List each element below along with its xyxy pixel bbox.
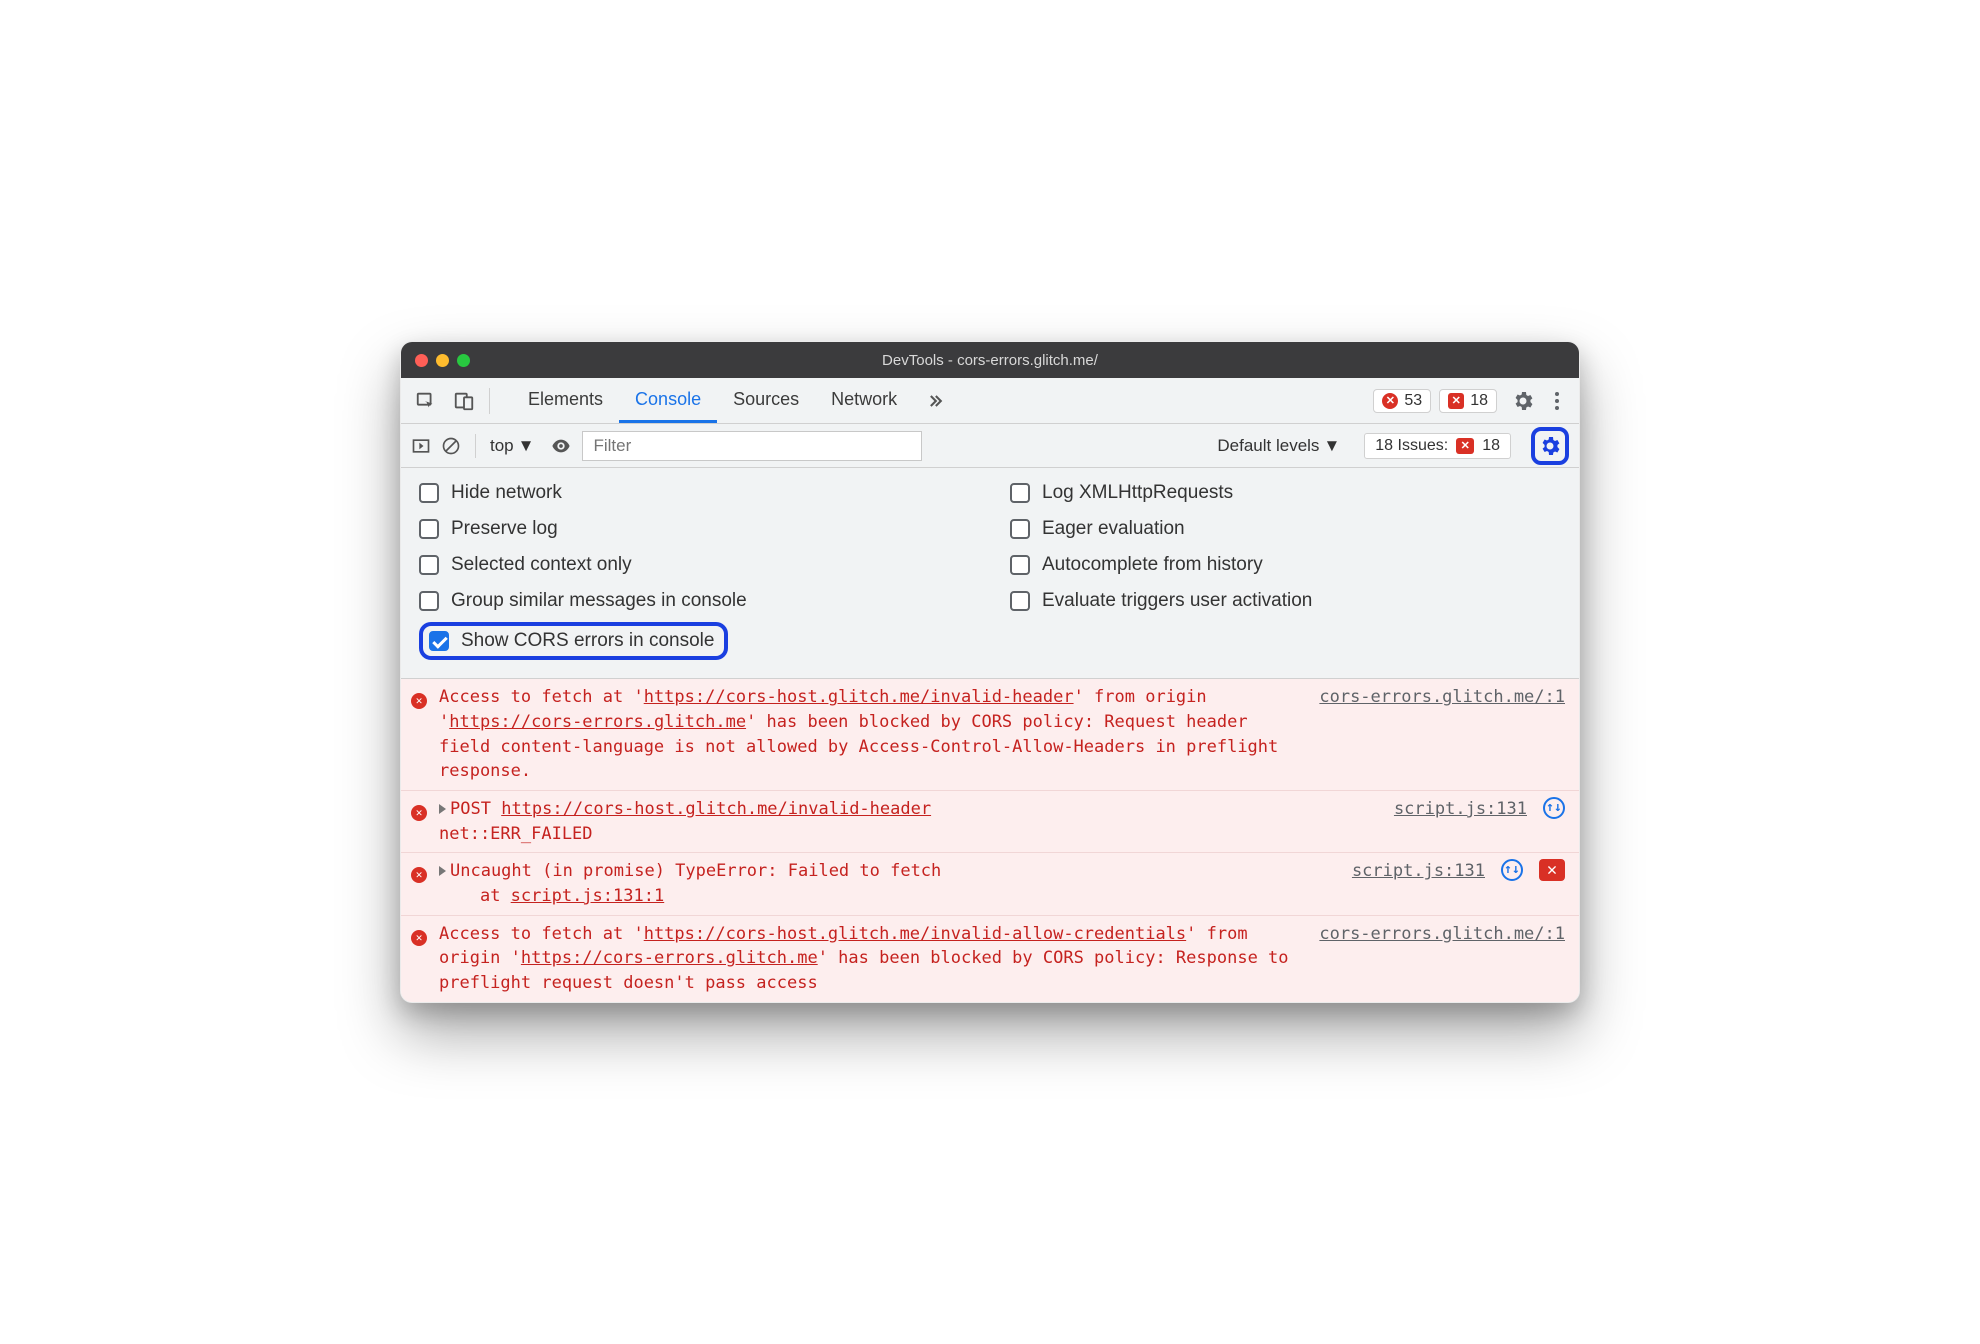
devtools-settings-icon[interactable]: [1505, 389, 1541, 413]
log-source-link[interactable]: script.js:131: [1394, 797, 1527, 822]
network-link-icon[interactable]: ↑↓: [1501, 859, 1523, 881]
chk-autocomplete-history[interactable]: Autocomplete from history: [1010, 554, 1561, 576]
zoom-window-button[interactable]: [457, 354, 470, 367]
error-icon: ✕: [411, 867, 427, 883]
network-link-icon[interactable]: ↑↓: [1543, 797, 1565, 819]
titlebar: DevTools - cors-errors.glitch.me/: [401, 342, 1579, 378]
main-tabbar: Elements Console Sources Network ✕ 53 ✕ …: [401, 378, 1579, 424]
stack-link[interactable]: script.js:131:1: [511, 886, 665, 906]
close-window-button[interactable]: [415, 354, 428, 367]
expand-icon[interactable]: [439, 866, 446, 876]
context-selector[interactable]: top ▼: [490, 436, 534, 456]
chk-eval-user-activation[interactable]: Evaluate triggers user activation: [1010, 590, 1561, 612]
log-url[interactable]: https://cors-host.glitch.me/invalid-head…: [501, 799, 931, 819]
context-label: top: [490, 436, 514, 456]
toggle-sidebar-icon[interactable]: [411, 436, 431, 456]
minimize-window-button[interactable]: [436, 354, 449, 367]
more-tabs-button[interactable]: [913, 378, 957, 423]
issues-label: 18 Issues:: [1375, 437, 1448, 455]
chk-selected-context[interactable]: Selected context only: [419, 554, 970, 576]
highlight-show-cors: Show CORS errors in console: [419, 622, 728, 660]
issue-icon: ✕: [1448, 393, 1464, 409]
checkbox-label: Autocomplete from history: [1042, 554, 1263, 576]
devtools-window: DevTools - cors-errors.glitch.me/ Elemen…: [400, 341, 1580, 1002]
chk-log-xhr[interactable]: Log XMLHttpRequests: [1010, 482, 1561, 504]
tab-elements[interactable]: Elements: [512, 378, 619, 423]
chk-eager-eval[interactable]: Eager evaluation: [1010, 518, 1561, 540]
checkbox[interactable]: [419, 591, 439, 611]
checkbox-label: Hide network: [451, 482, 562, 504]
panel-tabs: Elements Console Sources Network: [512, 378, 957, 423]
error-icon: ✕: [411, 930, 427, 946]
errors-badge[interactable]: ✕ 53: [1373, 389, 1431, 413]
clear-console-icon[interactable]: [441, 436, 461, 456]
window-title: DevTools - cors-errors.glitch.me/: [401, 352, 1579, 369]
log-url[interactable]: https://cors-host.glitch.me/invalid-allo…: [644, 924, 1186, 944]
log-message: POST https://cors-host.glitch.me/invalid…: [439, 797, 1374, 846]
checkbox-label: Preserve log: [451, 518, 558, 540]
checkbox[interactable]: [1010, 591, 1030, 611]
errors-count: 53: [1404, 392, 1422, 410]
checkbox[interactable]: [429, 631, 449, 651]
issues-count: 18: [1470, 392, 1488, 410]
traffic-lights: [415, 354, 470, 367]
chk-preserve-log[interactable]: Preserve log: [419, 518, 970, 540]
issue-chip-icon[interactable]: ✕: [1539, 859, 1565, 881]
log-source-link[interactable]: script.js:131: [1352, 859, 1485, 884]
checkbox-label: Selected context only: [451, 554, 632, 576]
checkbox-label: Eager evaluation: [1042, 518, 1185, 540]
log-entry-cors[interactable]: ✕ Access to fetch at 'https://cors-host.…: [401, 916, 1579, 1002]
issues-badge[interactable]: ✕ 18: [1439, 389, 1497, 413]
checkbox-label: Evaluate triggers user activation: [1042, 590, 1312, 612]
filter-input[interactable]: [582, 431, 922, 461]
checkbox[interactable]: [419, 519, 439, 539]
log-entry-network[interactable]: ✕ POST https://cors-host.glitch.me/inval…: [401, 791, 1579, 853]
checkbox-label: Log XMLHttpRequests: [1042, 482, 1233, 504]
log-source-link[interactable]: cors-errors.glitch.me/:1: [1319, 922, 1565, 947]
tab-console[interactable]: Console: [619, 378, 717, 423]
chevron-down-icon: ▼: [1323, 436, 1340, 456]
error-icon: ✕: [1382, 393, 1398, 409]
log-message: Access to fetch at 'https://cors-host.gl…: [439, 922, 1299, 996]
tab-sources[interactable]: Sources: [717, 378, 815, 423]
log-source-link[interactable]: cors-errors.glitch.me/:1: [1319, 685, 1565, 710]
checkbox[interactable]: [419, 555, 439, 575]
chk-hide-network[interactable]: Hide network: [419, 482, 970, 504]
console-settings-button[interactable]: [1531, 427, 1569, 465]
chevron-down-icon: ▼: [518, 436, 535, 456]
tab-network[interactable]: Network: [815, 378, 913, 423]
log-levels-selector[interactable]: Default levels ▼: [1217, 436, 1340, 456]
levels-label: Default levels: [1217, 436, 1319, 456]
expand-icon[interactable]: [439, 804, 446, 814]
device-toggle-icon[interactable]: [453, 390, 475, 412]
inspect-element-icon[interactable]: [415, 390, 437, 412]
log-message: Uncaught (in promise) TypeError: Failed …: [439, 859, 1332, 908]
log-message: Access to fetch at 'https://cors-host.gl…: [439, 685, 1299, 784]
checkbox[interactable]: [419, 483, 439, 503]
log-url[interactable]: https://cors-host.glitch.me/invalid-head…: [644, 687, 1074, 707]
more-options-icon[interactable]: [1549, 392, 1565, 410]
log-url[interactable]: https://cors-errors.glitch.me: [449, 712, 746, 732]
checkbox[interactable]: [1010, 519, 1030, 539]
chk-show-cors-errors[interactable]: Show CORS errors in console: [429, 630, 714, 652]
live-expression-icon[interactable]: [550, 435, 572, 457]
log-url[interactable]: https://cors-errors.glitch.me: [521, 948, 818, 968]
checkbox[interactable]: [1010, 555, 1030, 575]
console-toolbar: top ▼ Default levels ▼ 18 Issues: ✕ 18: [401, 424, 1579, 468]
issues-counter[interactable]: 18 Issues: ✕ 18: [1364, 433, 1511, 459]
checkbox-label: Group similar messages in console: [451, 590, 747, 612]
issues-count: 18: [1482, 437, 1500, 455]
chk-group-similar[interactable]: Group similar messages in console: [419, 590, 970, 612]
log-entry-exception[interactable]: ✕ Uncaught (in promise) TypeError: Faile…: [401, 853, 1579, 915]
console-log: ✕ Access to fetch at 'https://cors-host.…: [401, 679, 1579, 1001]
error-icon: ✕: [411, 693, 427, 709]
issue-icon: ✕: [1456, 438, 1474, 454]
console-settings-panel: Hide network Preserve log Selected conte…: [401, 468, 1579, 679]
checkbox-label: Show CORS errors in console: [461, 630, 714, 652]
log-entry-cors[interactable]: ✕ Access to fetch at 'https://cors-host.…: [401, 679, 1579, 791]
checkbox[interactable]: [1010, 483, 1030, 503]
error-icon: ✕: [411, 805, 427, 821]
